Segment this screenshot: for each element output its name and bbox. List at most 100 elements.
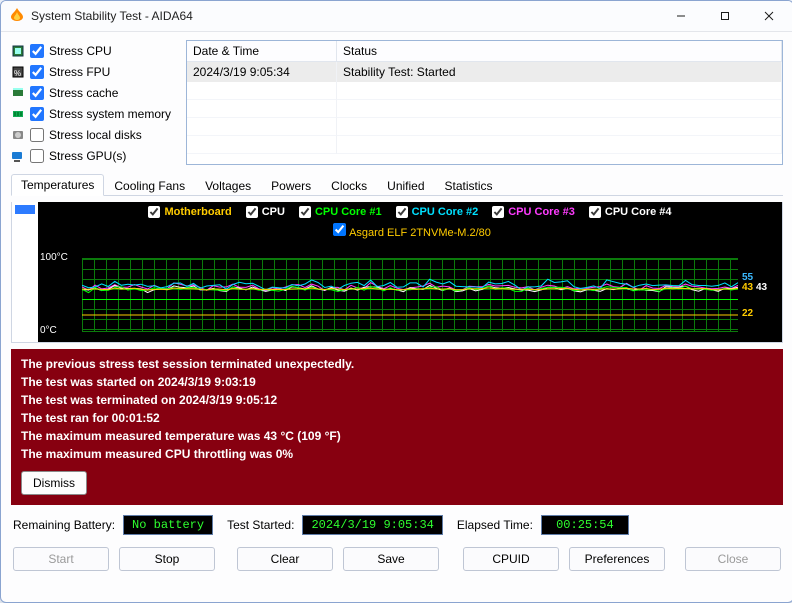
tab-cooling-fans[interactable]: Cooling Fans: [104, 175, 195, 196]
close-app-button[interactable]: Close: [685, 547, 781, 571]
battery-value: No battery: [123, 515, 213, 535]
tab-unified[interactable]: Unified: [377, 175, 434, 196]
stress-checkbox[interactable]: [30, 107, 44, 121]
stress-option-stress-fpu[interactable]: %Stress FPU: [11, 63, 176, 81]
legend-item-cpu[interactable]: CPU: [246, 206, 285, 218]
stress-checkbox[interactable]: [30, 86, 44, 100]
start-button[interactable]: Start: [13, 547, 109, 571]
device-icon: [11, 86, 25, 100]
maximize-button[interactable]: [703, 2, 747, 30]
window-controls: [659, 2, 791, 30]
stop-button[interactable]: Stop: [119, 547, 215, 571]
warning-line: The test ran for 00:01:52: [21, 411, 773, 425]
legend-label: CPU Core #2: [412, 206, 479, 218]
legend-checkbox[interactable]: [396, 206, 408, 218]
legend-label: CPU Core #1: [315, 206, 382, 218]
stress-label: Stress GPU(s): [49, 149, 126, 163]
warning-line: The test was terminated on 2024/3/19 9:0…: [21, 393, 773, 407]
elapsed-label: Elapsed Time:: [457, 518, 533, 532]
device-icon: [11, 149, 25, 163]
log-cell-status: Stability Test: Started: [337, 62, 782, 82]
legend-label: CPU: [262, 206, 285, 218]
stress-options: Stress CPU %Stress FPU Stress cache Stress …: [11, 40, 176, 165]
tab-powers[interactable]: Powers: [261, 175, 321, 196]
warning-line: The test was started on 2024/3/19 9:03:1…: [21, 375, 773, 389]
titlebar: System Stability Test - AIDA64: [1, 1, 792, 32]
readout-value: 43: [742, 282, 753, 293]
legend-item-asgard-elf-2tnvme-m-2-80[interactable]: Asgard ELF 2TNVMe-M.2/80: [329, 220, 491, 239]
stress-checkbox[interactable]: [30, 65, 44, 79]
temperature-graph: Motherboard CPU CPU Core #1 CPU Core #2 CPU …: [38, 202, 782, 342]
legend-item-cpu-core-3[interactable]: CPU Core #3: [492, 206, 575, 218]
log-row[interactable]: 2024/3/19 9:05:34Stability Test: Started: [187, 62, 782, 82]
clear-button[interactable]: Clear: [237, 547, 333, 571]
stress-option-stress-cpu[interactable]: Stress CPU: [11, 42, 176, 60]
stress-checkbox[interactable]: [30, 44, 44, 58]
legend-checkbox[interactable]: [333, 223, 346, 236]
device-icon: %: [11, 65, 25, 79]
tabs: TemperaturesCooling FansVoltagesPowersCl…: [11, 171, 783, 196]
legend-label: CPU Core #3: [508, 206, 575, 218]
save-button[interactable]: Save: [343, 547, 439, 571]
y-axis: 100°C 0°C: [40, 254, 78, 334]
graph-panel: Motherboard CPU CPU Core #1 CPU Core #2 CPU …: [11, 202, 783, 343]
log-cell-datetime: 2024/3/19 9:05:34: [187, 62, 337, 82]
dismiss-button[interactable]: Dismiss: [21, 471, 87, 495]
app-icon: [9, 7, 25, 26]
test-started-value: 2024/3/19 9:05:34: [302, 515, 442, 535]
preferences-button[interactable]: Preferences: [569, 547, 665, 571]
tab-clocks[interactable]: Clocks: [321, 175, 377, 196]
test-started-label: Test Started:: [227, 518, 294, 532]
log-column-datetime[interactable]: Date & Time: [187, 41, 337, 62]
stress-option-stress-cache[interactable]: Stress cache: [11, 84, 176, 102]
elapsed-value: 00:25:54: [541, 515, 629, 535]
current-values: 55434322: [742, 260, 780, 332]
legend-label: CPU Core #4: [605, 206, 672, 218]
button-bar: Start Stop Clear Save CPUID Preferences …: [11, 541, 783, 573]
stress-option-stress-gpu-s-[interactable]: Stress GPU(s): [11, 147, 176, 165]
app-window: System Stability Test - AIDA64 Stress CP…: [0, 0, 792, 603]
window-title: System Stability Test - AIDA64: [31, 9, 193, 23]
tab-statistics[interactable]: Statistics: [435, 175, 503, 196]
warning-line: The maximum measured temperature was 43 …: [21, 429, 773, 443]
stress-label: Stress CPU: [49, 44, 112, 58]
legend-item-motherboard[interactable]: Motherboard: [148, 206, 231, 218]
warning-panel: The previous stress test session termina…: [11, 349, 783, 505]
legend-checkbox[interactable]: [589, 206, 601, 218]
stress-checkbox[interactable]: [30, 128, 44, 142]
tab-temperatures[interactable]: Temperatures: [11, 174, 104, 196]
stress-option-stress-system-memory[interactable]: Stress system memory: [11, 105, 176, 123]
warning-line: The maximum measured CPU throttling was …: [21, 447, 773, 461]
device-icon: [11, 44, 25, 58]
legend-item-cpu-core-2[interactable]: CPU Core #2: [396, 206, 479, 218]
legend-checkbox[interactable]: [246, 206, 258, 218]
stress-label: Stress cache: [49, 86, 118, 100]
legend-item-cpu-core-4[interactable]: CPU Core #4: [589, 206, 672, 218]
minimize-button[interactable]: [659, 2, 703, 30]
readout-value: 22: [742, 308, 753, 319]
cpuid-button[interactable]: CPUID: [463, 547, 559, 571]
plot-area: [82, 258, 738, 332]
graph-sensor-list[interactable]: [12, 202, 38, 342]
legend-label: Asgard ELF 2TNVMe-M.2/80: [349, 227, 491, 239]
log-column-status[interactable]: Status: [337, 41, 782, 62]
close-button[interactable]: [747, 2, 791, 30]
event-log[interactable]: Date & Time Status 2024/3/19 9:05:34Stab…: [186, 40, 783, 165]
legend-label: Motherboard: [164, 206, 231, 218]
stress-checkbox[interactable]: [30, 149, 44, 163]
stress-label: Stress system memory: [49, 107, 171, 121]
sensor-list-selection[interactable]: [15, 205, 35, 214]
legend-item-cpu-core-1[interactable]: CPU Core #1: [299, 206, 382, 218]
battery-label: Remaining Battery:: [13, 518, 115, 532]
status-bar: Remaining Battery: No battery Test Start…: [11, 511, 783, 535]
legend-checkbox[interactable]: [299, 206, 311, 218]
device-icon: [11, 107, 25, 121]
device-icon: [11, 128, 25, 142]
y-max-label: 100°C: [40, 252, 68, 263]
tab-voltages[interactable]: Voltages: [195, 175, 261, 196]
stress-label: Stress local disks: [49, 128, 142, 142]
stress-option-stress-local-disks[interactable]: Stress local disks: [11, 126, 176, 144]
legend-checkbox[interactable]: [492, 206, 504, 218]
y-min-label: 0°C: [40, 325, 57, 336]
legend-checkbox[interactable]: [148, 206, 160, 218]
